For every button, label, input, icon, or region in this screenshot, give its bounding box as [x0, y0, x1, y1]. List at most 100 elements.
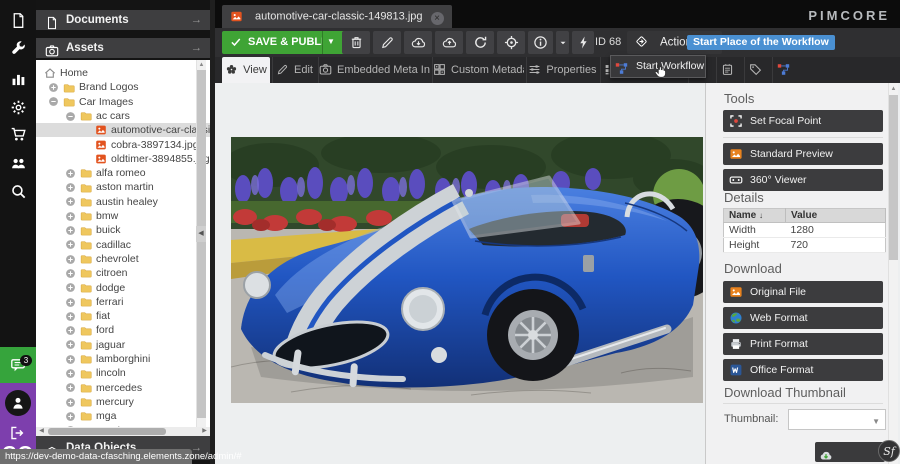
tree-item-cadillac[interactable]: cadillac	[36, 238, 210, 252]
tree-expander-plus-icon[interactable]	[65, 253, 76, 264]
tree-expander-plus-icon[interactable]	[65, 367, 76, 378]
tree-item-mga[interactable]: mga	[36, 409, 210, 423]
tab-custom-metadata[interactable]: Custom Metadata	[432, 57, 524, 83]
info-button[interactable]	[528, 31, 553, 54]
rail-documents-button[interactable]	[0, 9, 36, 35]
tree-item-automotive-car-classic-14[interactable]: automotive-car-classic-14	[36, 123, 210, 137]
tree-item-austin-healey[interactable]: austin healey	[36, 195, 210, 209]
extension-badge[interactable]: Sf	[878, 440, 900, 462]
tree-item-cobra-3897134-jpg[interactable]: cobra-3897134.jpg	[36, 138, 210, 152]
tree-item-citroen[interactable]: citroen	[36, 266, 210, 280]
delete-button[interactable]	[342, 31, 370, 54]
tree-item-alfa-romeo[interactable]: alfa romeo	[36, 166, 210, 180]
tree-expander-plus-icon[interactable]	[65, 224, 76, 235]
tree-item-dodge[interactable]: dodge	[36, 281, 210, 295]
print-format-button[interactable]: Print Format	[723, 333, 883, 355]
panel-scrollbar-thumb[interactable]	[889, 95, 898, 260]
set-focal-point-button[interactable]: Set Focal Point	[723, 110, 883, 132]
reload-button[interactable]	[466, 31, 494, 54]
tree-expander-plus-icon[interactable]	[65, 339, 76, 350]
download-button[interactable]	[404, 31, 432, 54]
arrow-right-icon[interactable]: →	[191, 38, 203, 58]
tab-properties[interactable]: Properties	[526, 57, 598, 83]
tree-item-ford[interactable]: ford	[36, 323, 210, 337]
tree-expander-plus-icon[interactable]	[65, 167, 76, 178]
scroll-left-arrow-icon[interactable]: ◀	[37, 427, 46, 436]
panel-collapse-handle[interactable]: ◀	[196, 226, 206, 242]
tree-expander-plus-icon[interactable]	[65, 410, 76, 421]
360-viewer-button[interactable]: 360° Viewer	[723, 169, 883, 191]
tree-expander-plus-icon[interactable]	[65, 353, 76, 364]
tree-expander-plus-icon[interactable]	[65, 296, 76, 307]
tree-expander-plus-icon[interactable]	[65, 324, 76, 335]
locate-in-tree-button[interactable]	[497, 31, 525, 54]
tree-expander-plus-icon[interactable]	[65, 382, 76, 393]
table-row[interactable]: Width1280	[724, 223, 886, 238]
tree-item-jaguar[interactable]: jaguar	[36, 338, 210, 352]
user-avatar[interactable]	[5, 390, 31, 416]
tree-item-fiat[interactable]: fiat	[36, 309, 210, 323]
tree-item-car-images[interactable]: Car Images	[36, 95, 210, 109]
save-options-caret[interactable]: ▼	[322, 31, 339, 54]
web-format-button[interactable]: Web Format	[723, 307, 883, 329]
tab-view[interactable]: View	[222, 57, 270, 83]
clear-thumbnails-button[interactable]	[572, 31, 594, 54]
rail-search-button[interactable]	[0, 180, 36, 206]
logout-icon[interactable]	[9, 424, 27, 442]
tree-vertical-scrollbar-thumb[interactable]	[197, 70, 206, 418]
tree-expander-plus-icon[interactable]	[65, 267, 76, 278]
arrow-right-icon[interactable]: →	[191, 10, 203, 30]
tree-item-lincoln[interactable]: lincoln	[36, 366, 210, 380]
tree-item-ferrari[interactable]: ferrari	[36, 295, 210, 309]
open-file-tab[interactable]: automotive-car-classic-149813.jpg×	[222, 5, 452, 28]
tree-item-lamborghini[interactable]: lamborghini	[36, 352, 210, 366]
rail-settings-button[interactable]	[0, 96, 36, 122]
tab-edit[interactable]: Edit	[272, 57, 316, 83]
office-format-button[interactable]: Office Format	[723, 359, 883, 381]
thumbnail-select[interactable]: ▼	[788, 409, 886, 430]
tree-item-mercury[interactable]: mercury	[36, 395, 210, 409]
tree-horizontal-scrollbar-thumb[interactable]	[48, 428, 166, 435]
tab-tag[interactable]	[744, 57, 770, 83]
rail-ecommerce-button[interactable]	[0, 123, 36, 149]
tree-expander-plus-icon[interactable]	[65, 239, 76, 250]
rail-reports-button[interactable]	[0, 67, 36, 93]
close-tab-icon[interactable]: ×	[431, 12, 444, 25]
tree-item-home[interactable]: Home	[36, 66, 210, 80]
table-row[interactable]: Height720	[724, 238, 886, 253]
tree-item-chevrolet[interactable]: chevrolet	[36, 252, 210, 266]
tree-item-buick[interactable]: buick	[36, 223, 210, 237]
rename-button[interactable]	[373, 31, 401, 54]
details-col-name[interactable]: Name ↓	[724, 209, 786, 223]
rail-customers-button[interactable]	[0, 152, 36, 178]
tree-expander-minus-icon[interactable]	[48, 96, 59, 107]
tree-expander-plus-icon[interactable]	[48, 81, 59, 92]
tree-item-brand-logos[interactable]: Brand Logos	[36, 80, 210, 94]
scroll-right-arrow-icon[interactable]: ▶	[200, 427, 209, 436]
info-more-button[interactable]	[556, 31, 569, 54]
tab-calendar[interactable]	[716, 57, 742, 83]
rail-tools-button[interactable]	[0, 37, 36, 63]
tree-expander-plus-icon[interactable]	[65, 196, 76, 207]
tree-expander-plus-icon[interactable]	[65, 210, 76, 221]
tree-expander-plus-icon[interactable]	[65, 310, 76, 321]
tree-item-ac-cars[interactable]: ac cars	[36, 109, 210, 123]
scroll-up-arrow-icon[interactable]: ▲	[889, 84, 898, 94]
tree-expander-plus-icon[interactable]	[65, 181, 76, 192]
standard-preview-button[interactable]: Standard Preview	[723, 143, 883, 165]
chat-feedback-button[interactable]	[0, 347, 36, 383]
tree-item-aston-martin[interactable]: aston martin	[36, 180, 210, 194]
tree-item-mercedes[interactable]: mercedes	[36, 381, 210, 395]
tree-item-oldtimer-3894855-jpg[interactable]: oldtimer-3894855.jpg	[36, 152, 210, 166]
tree-expander-plus-icon[interactable]	[65, 282, 76, 293]
download-button[interactable]: Download	[815, 442, 885, 462]
tree-expander-plus-icon[interactable]	[65, 396, 76, 407]
tree-item-bmw[interactable]: bmw	[36, 209, 210, 223]
documents-accordion-header[interactable]: Documents →	[36, 10, 210, 30]
assets-accordion-header[interactable]: Assets →	[36, 38, 210, 58]
details-col-value[interactable]: Value	[786, 209, 886, 223]
tree-expander-minus-icon[interactable]	[65, 110, 76, 121]
upload-button[interactable]	[435, 31, 463, 54]
tab-workflow[interactable]	[772, 57, 798, 83]
tab-embedded-meta-info[interactable]: Embedded Meta Info	[318, 57, 430, 83]
